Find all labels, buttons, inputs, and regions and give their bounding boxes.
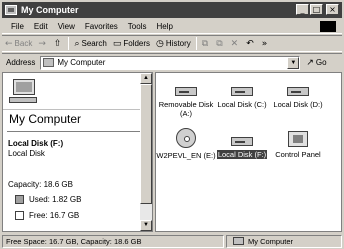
scroll-up-button[interactable]: ▲ bbox=[140, 73, 152, 84]
item-label: Control Panel bbox=[275, 150, 321, 159]
chevron-more-icon: » bbox=[261, 38, 268, 49]
item-label: W2PEVL_EN (E:) bbox=[156, 151, 216, 160]
search-label: Search bbox=[81, 39, 107, 48]
item-label: Local Disk (C:) bbox=[217, 100, 267, 109]
search-button[interactable]: ⌕ Search bbox=[71, 39, 109, 49]
undo-button[interactable]: ↶ bbox=[243, 39, 259, 49]
folders-button[interactable]: ▭ Folders bbox=[110, 39, 153, 49]
delete-icon: ✕ bbox=[230, 38, 239, 49]
status-zone-label: My Computer bbox=[248, 236, 294, 246]
go-arrow-icon: ↗ bbox=[306, 57, 314, 68]
item-label: Removable Disk (A:) bbox=[158, 100, 214, 118]
close-button[interactable]: × bbox=[326, 4, 339, 15]
folders-label: Folders bbox=[123, 39, 151, 48]
menu-edit[interactable]: Edit bbox=[29, 22, 53, 31]
cd-drive-icon bbox=[176, 128, 196, 148]
vertical-scrollbar[interactable]: ▲ ▼ bbox=[140, 73, 152, 231]
back-label: Back bbox=[14, 39, 33, 48]
free-swatch bbox=[15, 211, 24, 220]
menu-view[interactable]: View bbox=[53, 22, 80, 31]
my-computer-icon bbox=[5, 5, 17, 15]
forward-button[interactable]: → bbox=[35, 39, 51, 49]
list-item[interactable]: W2PEVL_EN (E:) bbox=[156, 128, 216, 160]
explorer-window: My Computer _ □ × File Edit View Favorit… bbox=[0, 0, 344, 249]
scroll-down-button[interactable]: ▼ bbox=[140, 220, 152, 231]
hard-drive-icon bbox=[231, 87, 253, 96]
my-computer-icon bbox=[233, 237, 244, 245]
address-label: Address bbox=[6, 58, 36, 67]
menu-file[interactable]: File bbox=[6, 22, 29, 31]
item-label: Local Disk (F:) bbox=[216, 150, 268, 159]
up-button[interactable]: ⇧ bbox=[51, 39, 67, 49]
toolbar-overflow-button[interactable]: » bbox=[259, 39, 273, 49]
maximize-button[interactable]: □ bbox=[310, 4, 323, 15]
selected-item-type: Local Disk bbox=[8, 149, 45, 158]
forward-arrow-icon: → bbox=[38, 38, 46, 49]
go-label: Go bbox=[315, 58, 327, 67]
free-text: Free: 16.7 GB bbox=[29, 211, 80, 220]
divider bbox=[7, 131, 141, 132]
list-item[interactable]: Local Disk (C:) bbox=[212, 87, 272, 109]
pane-heading: My Computer bbox=[9, 112, 82, 126]
menu-help[interactable]: Help bbox=[151, 22, 177, 31]
used-swatch bbox=[15, 195, 24, 204]
minimize-button[interactable]: _ bbox=[296, 4, 309, 15]
windows-logo-icon bbox=[320, 21, 336, 32]
my-computer-icon bbox=[43, 58, 55, 67]
status-free-space: Free Space: 16.7 GB, Capacity: 18.6 GB bbox=[2, 234, 224, 248]
up-folder-icon: ⇧ bbox=[53, 38, 62, 49]
toolbar: ← Back → ⇧ ⌕ Search ▭ Folders ◷ History … bbox=[2, 35, 342, 52]
window-controls: _ □ × bbox=[296, 4, 339, 15]
used-text: Used: 1.82 GB bbox=[29, 195, 82, 204]
folders-icon: ▭ bbox=[112, 38, 122, 49]
history-label: History bbox=[165, 39, 191, 48]
floppy-drive-icon bbox=[175, 87, 197, 96]
used-space-legend: Used: 1.82 GB bbox=[15, 195, 81, 204]
history-button[interactable]: ◷ History bbox=[153, 39, 194, 49]
undo-icon: ↶ bbox=[246, 38, 254, 49]
toolbar-separator bbox=[195, 37, 197, 50]
title-bar[interactable]: My Computer _ □ × bbox=[2, 2, 342, 18]
menu-favorites[interactable]: Favorites bbox=[80, 22, 123, 31]
details-pane: My Computer Local Disk (F:) Local Disk C… bbox=[2, 72, 153, 232]
delete-button[interactable]: ✕ bbox=[228, 39, 244, 49]
selected-item-name: Local Disk (F:) bbox=[8, 139, 64, 148]
address-input[interactable]: My Computer ▼ bbox=[40, 55, 301, 70]
pane-header: My Computer bbox=[3, 73, 143, 127]
status-bar: Free Space: 16.7 GB, Capacity: 18.6 GB M… bbox=[2, 234, 342, 248]
status-zone: My Computer bbox=[226, 234, 342, 248]
move-to-icon: ⧉ bbox=[201, 38, 209, 49]
item-label: Local Disk (D:) bbox=[273, 100, 323, 109]
menu-bar: File Edit View Favorites Tools Help bbox=[2, 19, 342, 34]
window-title: My Computer bbox=[21, 5, 79, 15]
hard-drive-icon bbox=[287, 87, 309, 96]
control-panel-icon bbox=[288, 131, 308, 147]
list-item[interactable]: Removable Disk (A:) bbox=[156, 87, 216, 118]
go-button[interactable]: ↗ Go bbox=[306, 58, 326, 68]
menu-tools[interactable]: Tools bbox=[123, 22, 152, 31]
list-item-selected[interactable]: Local Disk (F:) bbox=[212, 137, 272, 159]
copy-to-icon: ⧉ bbox=[216, 38, 223, 49]
file-view: Removable Disk (A:) Local Disk (C:) Loca… bbox=[155, 72, 342, 232]
free-space-legend: Free: 16.7 GB bbox=[15, 211, 79, 220]
list-item[interactable]: Control Panel bbox=[268, 131, 328, 159]
back-arrow-icon: ← bbox=[5, 38, 13, 49]
move-to-button[interactable]: ⧉ bbox=[199, 39, 213, 49]
toolbar-separator bbox=[68, 37, 70, 50]
list-item[interactable]: Local Disk (D:) bbox=[268, 87, 328, 109]
back-button[interactable]: ← Back bbox=[2, 39, 35, 49]
address-bar: Address My Computer ▼ ↗ Go bbox=[2, 53, 342, 71]
hard-drive-icon bbox=[231, 137, 253, 146]
search-icon: ⌕ bbox=[74, 38, 80, 49]
history-icon: ◷ bbox=[156, 38, 164, 49]
address-dropdown-button[interactable]: ▼ bbox=[287, 56, 300, 69]
capacity-text: Capacity: 18.6 GB bbox=[8, 180, 73, 189]
my-computer-large-icon bbox=[9, 79, 37, 105]
scroll-thumb[interactable] bbox=[140, 84, 152, 204]
address-value: My Computer bbox=[57, 58, 106, 67]
copy-to-button[interactable]: ⧉ bbox=[213, 39, 227, 49]
